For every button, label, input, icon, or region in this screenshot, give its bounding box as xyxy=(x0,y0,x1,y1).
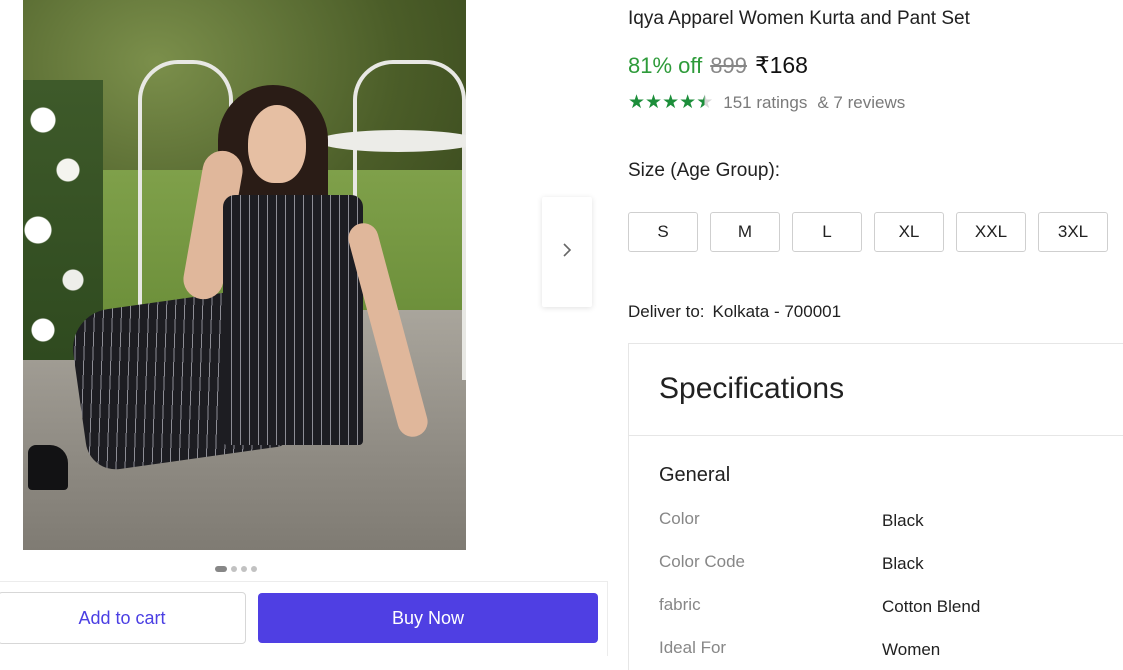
spec-key: fabric xyxy=(659,595,701,614)
spec-key: Color xyxy=(659,509,700,528)
spec-row: Color Black xyxy=(659,509,1099,533)
photo-face xyxy=(248,105,306,183)
spec-key: Color Code xyxy=(659,552,745,571)
specifications-panel: Specifications General Color Black Color… xyxy=(628,343,1123,670)
spec-row: Color Code Black xyxy=(659,552,1099,576)
star-icon: ★ xyxy=(628,92,646,113)
carousel-dot[interactable] xyxy=(241,566,247,572)
size-option-3xl[interactable]: 3XL xyxy=(1038,212,1108,252)
deliver-label: Deliver to: xyxy=(628,302,705,321)
spec-value: Black xyxy=(882,511,924,530)
spec-key: Ideal For xyxy=(659,638,727,657)
reviews-count: & 7 reviews xyxy=(817,93,906,112)
specifications-header: Specifications xyxy=(629,344,1123,436)
photo-table xyxy=(318,130,466,152)
star-icon: ★ xyxy=(645,92,663,113)
carousel-dot[interactable] xyxy=(251,566,257,572)
delivery-location: Kolkata - 700001 xyxy=(712,302,842,321)
spec-row: Ideal For Women xyxy=(659,638,1099,662)
ratings-count: 151 ratings xyxy=(723,93,808,112)
size-option-s[interactable]: S xyxy=(628,212,698,252)
delivery-info[interactable]: Deliver to: Kolkata - 700001 xyxy=(628,302,841,322)
specifications-title: Specifications xyxy=(659,372,845,405)
size-option-xxl[interactable]: XXL xyxy=(956,212,1026,252)
carousel-dot[interactable] xyxy=(231,566,237,572)
star-rating: ★ ★ ★ ★ ★ xyxy=(628,92,713,114)
spec-value: Women xyxy=(882,640,941,659)
selling-price: ₹168 xyxy=(754,52,808,78)
size-option-l[interactable]: L xyxy=(792,212,862,252)
price-row: 81% off 899 ₹168 xyxy=(628,52,808,79)
photo-kurta xyxy=(223,195,363,445)
discount-percent: 81% off xyxy=(628,53,703,78)
size-option-xl[interactable]: XL xyxy=(874,212,944,252)
original-price: 899 xyxy=(710,53,747,78)
size-options: S M L XL XXL 3XL xyxy=(628,212,1108,252)
photo-shoe xyxy=(28,445,68,490)
star-icon: ★ xyxy=(696,92,714,113)
image-carousel-dots xyxy=(215,566,257,572)
spec-group-title: General xyxy=(659,464,731,486)
spec-row: fabric Cotton Blend xyxy=(659,595,1099,619)
product-image[interactable] xyxy=(23,0,466,550)
size-label: Size (Age Group): xyxy=(628,160,781,181)
spec-value: Black xyxy=(882,554,924,573)
buy-now-button[interactable]: Buy Now xyxy=(258,593,598,643)
photo-chair-right xyxy=(353,60,466,380)
spec-value: Cotton Blend xyxy=(882,597,981,616)
product-title: Iqya Apparel Women Kurta and Pant Set xyxy=(628,8,970,29)
star-icon: ★ xyxy=(679,92,697,113)
next-image-button[interactable] xyxy=(542,197,592,307)
add-to-cart-button[interactable]: Add to cart xyxy=(0,592,246,644)
carousel-dot[interactable] xyxy=(215,566,227,572)
star-icon: ★ xyxy=(662,92,680,113)
size-option-m[interactable]: M xyxy=(710,212,780,252)
chevron-right-icon xyxy=(560,242,574,262)
rating-row[interactable]: ★ ★ ★ ★ ★ 151 ratings & 7 reviews xyxy=(628,92,905,114)
